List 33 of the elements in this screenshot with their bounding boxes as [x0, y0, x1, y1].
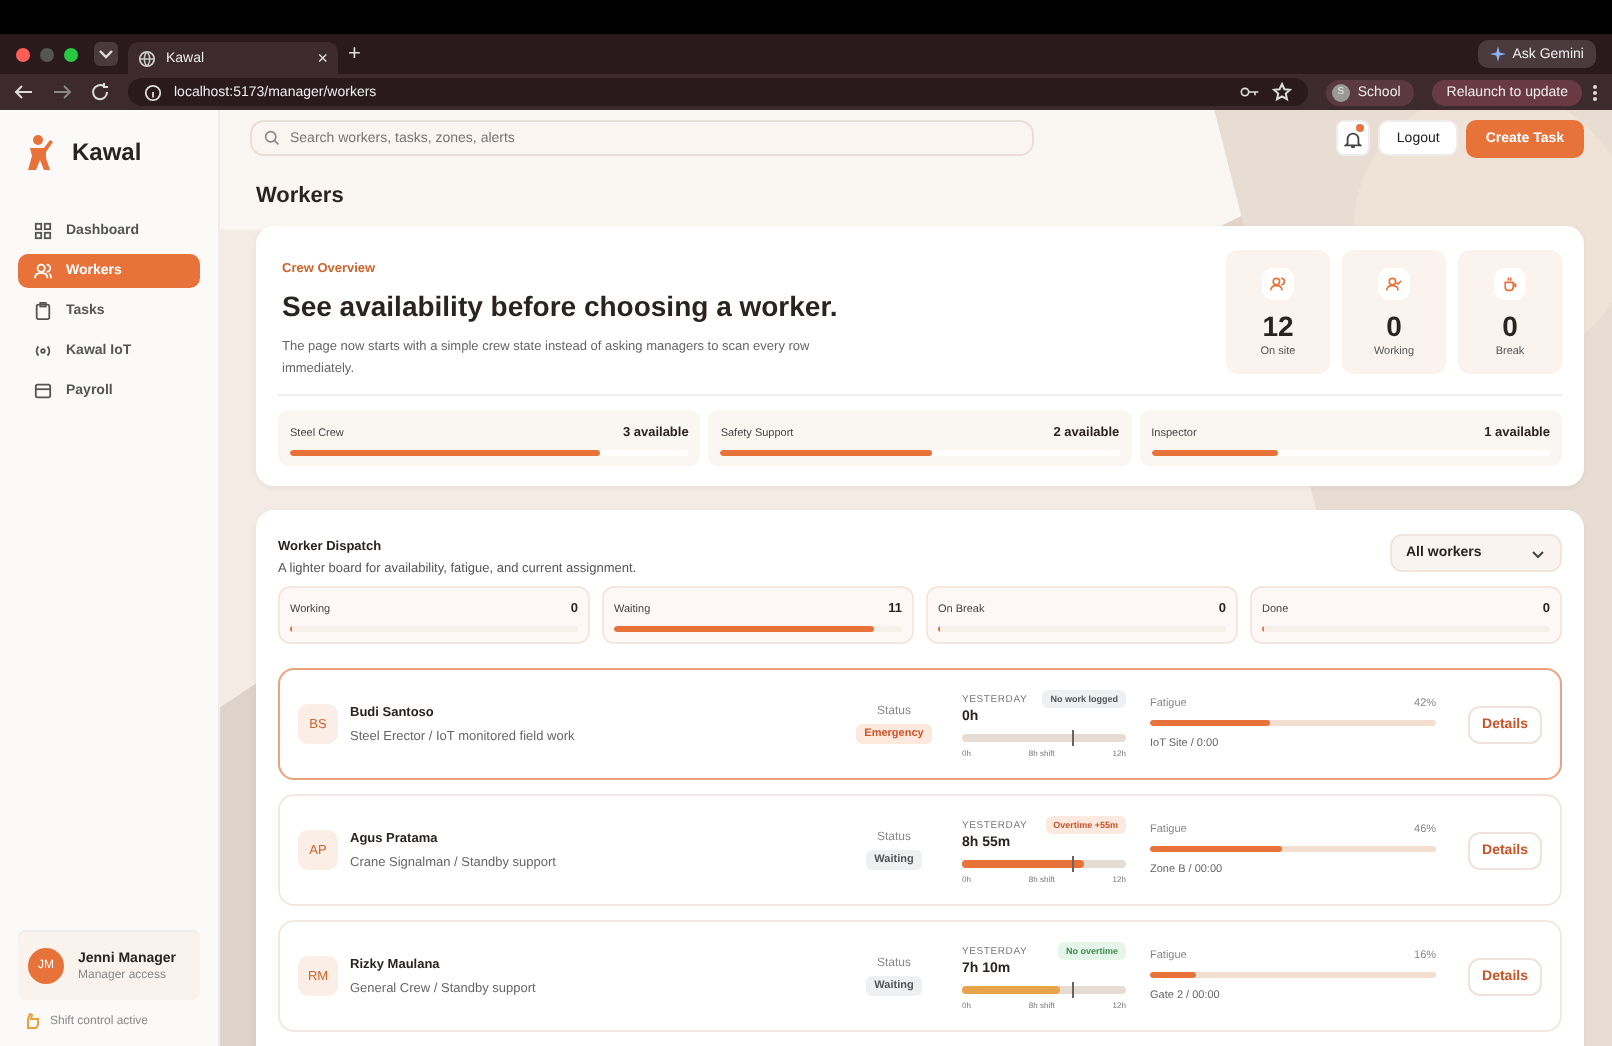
notification-button[interactable] — [1336, 120, 1371, 156]
globe-icon — [138, 49, 156, 67]
chevron-down-icon — [1530, 545, 1546, 562]
cup-icon — [1494, 268, 1526, 300]
star-icon[interactable] — [1271, 82, 1292, 102]
signal-icon — [34, 342, 52, 360]
stat-value: 0 — [1386, 310, 1402, 342]
forward-icon[interactable] — [52, 82, 72, 102]
worker-logo-icon — [22, 134, 54, 170]
sparkle-icon — [1490, 46, 1507, 62]
new-tab-button[interactable]: + — [348, 42, 361, 66]
brand-name: Kawal — [72, 138, 142, 166]
tab-list-icon[interactable] — [94, 42, 118, 66]
wallet-icon — [34, 382, 52, 400]
close-window-icon[interactable] — [16, 47, 30, 61]
search-icon — [264, 130, 280, 146]
users-icon — [1262, 268, 1294, 300]
overview-heading: See availability before choosing a worker. — [282, 290, 838, 322]
user-check-icon — [1378, 268, 1410, 300]
page-title: Workers — [256, 184, 346, 208]
more-icon[interactable] — [1592, 83, 1598, 101]
info-icon — [144, 83, 162, 101]
stat-value: 12 — [1262, 310, 1294, 342]
clipboard-icon — [34, 302, 52, 320]
bell-icon — [1344, 129, 1363, 147]
maximize-window-icon[interactable] — [64, 47, 78, 61]
back-icon[interactable] — [14, 82, 34, 102]
users-icon — [34, 262, 52, 280]
key-icon[interactable] — [1239, 84, 1260, 100]
dashboard-grid-icon — [34, 222, 52, 240]
hand-icon — [24, 1012, 40, 1030]
reload-icon[interactable] — [90, 82, 110, 102]
stat-value: 0 — [1502, 310, 1518, 342]
